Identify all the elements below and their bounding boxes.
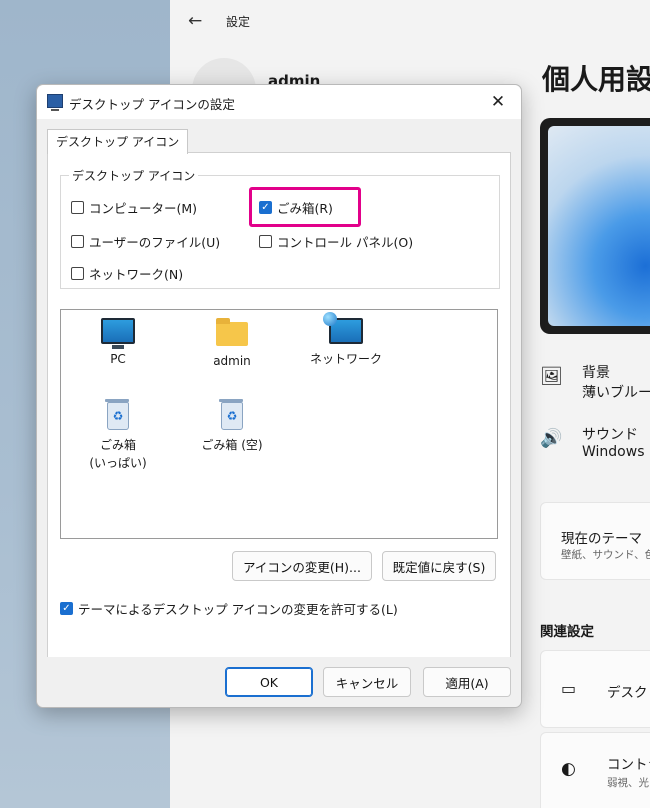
ok-button[interactable]: OK — [225, 667, 313, 697]
related-settings-heading: 関連設定 — [540, 624, 594, 640]
row-subtitle: 薄いブルーム — [582, 385, 650, 401]
cancel-button[interactable]: キャンセル — [323, 667, 411, 697]
recycle-bin-empty-icon: ♻ — [219, 399, 243, 430]
icon-label: PC — [110, 352, 126, 366]
checkbox-user-files[interactable]: ユーザーのファイル(U) — [71, 232, 220, 251]
row-title: 背景 — [582, 365, 610, 381]
checkbox-box[interactable] — [259, 235, 272, 248]
checkmark-icon[interactable]: ✓ — [259, 201, 272, 214]
checkbox-box[interactable] — [71, 201, 84, 214]
icon-label: ごみ箱 (空) — [201, 438, 263, 452]
recycle-bin-full-icon: ♻ — [105, 399, 129, 430]
desktop-icons-group: デスクトップ アイコン コンピューター(M) ✓ ごみ箱(R) ユーザーのファイ… — [60, 167, 500, 289]
checkbox-label: ごみ箱(R) — [277, 201, 333, 216]
checkbox-recycle-bin[interactable]: ✓ ごみ箱(R) — [259, 198, 333, 217]
network-icon — [323, 312, 363, 344]
restore-default-button[interactable]: 既定値に戻す(S) — [382, 551, 496, 581]
icon-item-admin[interactable]: admin — [187, 318, 277, 370]
current-theme-card[interactable]: 現在のテーマ 壁紙、サウンド、色 — [540, 502, 650, 580]
card-subtitle: 壁紙、サウンド、色 — [561, 549, 650, 561]
icon-list[interactable]: PC admin ネットワーク ♻ ごみ箱 (いっぱい) ♻ ごみ箱 (空) — [60, 309, 498, 539]
icon-label: admin — [213, 354, 251, 368]
checkbox-label: コンピューター(M) — [89, 201, 198, 216]
group-label: デスクトップ アイコン — [69, 167, 199, 184]
related-item-contrast[interactable]: ◐ コントラスト 弱視、光 — [540, 732, 650, 808]
checkbox-label: ユーザーのファイル(U) — [89, 235, 221, 250]
tab-panel: デスクトップ アイコン コンピューター(M) ✓ ごみ箱(R) ユーザーのファイ… — [47, 152, 511, 659]
apply-button[interactable]: 適用(A) — [423, 667, 511, 697]
theme-preview — [540, 118, 650, 334]
folder-icon — [216, 318, 248, 346]
change-icon-button[interactable]: アイコンの変更(H)... — [232, 551, 372, 581]
contrast-icon: ◐ — [561, 759, 576, 779]
related-item-label: デスクトップ — [607, 685, 650, 701]
monitor-icon: ▭ — [561, 679, 577, 698]
dialog-title: デスクトップ アイコンの設定 — [69, 97, 235, 112]
icon-item-network[interactable]: ネットワーク — [301, 312, 391, 368]
dialog-footer: OK キャンセル 適用(A) — [37, 657, 521, 707]
row-subtitle: Windows — [582, 444, 645, 460]
icon-item-recycle-bin-full[interactable]: ♻ ごみ箱 (いっぱい) — [73, 399, 163, 472]
icon-label: ネットワーク — [309, 352, 382, 366]
checkbox-box[interactable] — [71, 235, 84, 248]
checkbox-box[interactable] — [71, 267, 84, 280]
related-item-label: コントラスト — [607, 757, 650, 773]
dialog-titlebar[interactable]: デスクトップ アイコンの設定 ✕ — [37, 85, 521, 119]
settings-title: 設定 — [226, 15, 251, 29]
row-title: サウンド — [582, 427, 638, 443]
checkbox-label: ネットワーク(N) — [89, 267, 184, 282]
card-title: 現在のテーマ — [561, 531, 642, 547]
checkbox-label: テーマによるデスクトップ アイコンの変更を許可する(L) — [78, 602, 398, 617]
checkbox-control-panel[interactable]: コントロール パネル(O) — [259, 232, 413, 251]
icon-item-recycle-bin-empty[interactable]: ♻ ごみ箱 (空) — [187, 399, 277, 454]
speaker-icon: 🔊 — [540, 428, 563, 449]
desktop-settings-icon — [47, 94, 63, 111]
wallpaper-preview-image — [548, 126, 650, 326]
image-icon: 🖼 — [540, 366, 563, 387]
checkbox-allow-themes[interactable]: ✓ テーマによるデスクトップ アイコンの変更を許可する(L) — [60, 599, 398, 618]
settings-titlebar: ← 設定 — [170, 0, 650, 44]
close-icon[interactable]: ✕ — [485, 89, 511, 115]
tab-desktop-icons[interactable]: デスクトップ アイコン — [47, 129, 189, 154]
back-arrow-icon[interactable]: ← — [188, 11, 202, 31]
checkmark-icon[interactable]: ✓ — [60, 602, 73, 615]
page-title: 個人用設定 — [542, 63, 650, 96]
icon-item-pc[interactable]: PC — [73, 318, 163, 368]
pc-icon — [101, 318, 135, 349]
related-item-subtitle: 弱視、光 — [607, 777, 649, 789]
desktop-icon-settings-dialog: デスクトップ アイコンの設定 ✕ デスクトップ アイコン デスクトップ アイコン… — [36, 84, 522, 708]
checkbox-computer[interactable]: コンピューター(M) — [71, 198, 197, 217]
icon-label: ごみ箱 (いっぱい) — [89, 438, 147, 470]
related-item-desktop[interactable]: ▭ デスクトップ — [540, 650, 650, 728]
checkbox-network[interactable]: ネットワーク(N) — [71, 264, 183, 283]
checkbox-label: コントロール パネル(O) — [277, 235, 414, 250]
